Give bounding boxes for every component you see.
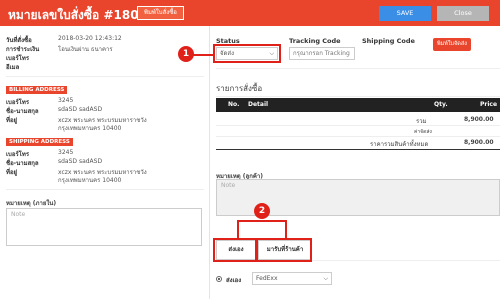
divider xyxy=(6,189,204,190)
tracking-code-input[interactable] xyxy=(289,47,355,60)
shipping-fee-label: ค่าจัดส่ง xyxy=(414,129,432,135)
divider xyxy=(216,136,500,137)
save-button[interactable]: SAVE xyxy=(379,6,431,21)
shipping-phone-value: 3245 xyxy=(58,149,74,156)
billing-address-tag: BILLING ADDRESS xyxy=(6,86,68,94)
marker-2-line-right xyxy=(285,220,287,238)
print-shipping-label-button[interactable]: พิมพ์ใบจัดส่ง xyxy=(433,38,471,51)
billing-address-label: ที่อยู่ xyxy=(6,117,18,124)
carrier-select-value: FedExx xyxy=(256,275,278,282)
delivery-option-label: ส่งเอง xyxy=(226,277,242,284)
header-bar: หมายเลขใบสั่งซื้อ #18030022 พิมพ์ใบสั่งซ… xyxy=(0,0,500,26)
marker-1-line xyxy=(192,54,213,56)
highlight-tab-self-delivery xyxy=(213,238,257,262)
order-items-title: รายการสั่งซื้อ xyxy=(216,84,263,93)
close-button[interactable]: Close xyxy=(437,6,489,21)
grand-total-value: 8,900.00 xyxy=(464,139,494,146)
shipping-code-label: Shipping Code xyxy=(362,37,415,45)
print-order-button[interactable]: พิมพ์ใบสั่งซื้อ xyxy=(137,6,184,20)
marker-2: 2 xyxy=(254,203,270,219)
shipping-name-value: sdaSD sadASD xyxy=(58,158,103,165)
divider xyxy=(216,149,500,150)
divider xyxy=(216,96,500,97)
divider xyxy=(6,76,204,77)
chevron-down-icon: ⌵ xyxy=(323,275,328,282)
internal-note-field[interactable]: Note xyxy=(6,208,202,246)
order-date-value: 2018-03-20 12:43:12 xyxy=(58,35,122,42)
marker-2-line-left xyxy=(237,220,239,238)
highlight-status-select xyxy=(213,44,281,63)
billing-phone-value: 3245 xyxy=(58,97,74,104)
order-items-table-header: No. Detail Qty. Price xyxy=(216,98,500,112)
shipping-address-tag: SHIPPING ADDRESS xyxy=(6,138,73,146)
shipping-address-line2: กรุงเทพมหานคร 10400 xyxy=(58,177,122,184)
billing-address-line2: กรุงเทพมหานคร 10400 xyxy=(58,125,122,132)
column-detail: Detail xyxy=(248,101,269,108)
order-info-panel: วันที่สั่งซื้อ 2018-03-20 12:43:12 การชำ… xyxy=(0,26,210,299)
internal-note-label: หมายเหตุ (ภายใน) xyxy=(6,200,57,207)
carrier-select[interactable]: FedExx ⌵ xyxy=(252,272,332,285)
marker-1: 1 xyxy=(178,46,194,62)
email-label: อีเมล xyxy=(6,64,20,71)
billing-name-value: sdaSD sadASD xyxy=(58,106,103,113)
marker-2-line-top xyxy=(237,220,287,222)
column-qty: Qty. xyxy=(434,101,448,108)
column-no: No. xyxy=(228,101,240,108)
tracking-code-label: Tracking Code xyxy=(289,37,341,45)
divider xyxy=(216,125,500,126)
highlight-tab-store-pickup xyxy=(256,238,312,262)
total-value: 8,900.00 xyxy=(464,116,494,123)
shipping-address-label: ที่อยู่ xyxy=(6,169,18,176)
column-price: Price xyxy=(480,101,498,108)
divider xyxy=(216,68,500,69)
payment-value: โอนเงินผ่าน ธนาคาร xyxy=(58,46,113,53)
grand-total-label: ราคารวมสินค้าทั้งหมด xyxy=(370,141,429,148)
delivery-option-radio[interactable] xyxy=(216,276,222,282)
